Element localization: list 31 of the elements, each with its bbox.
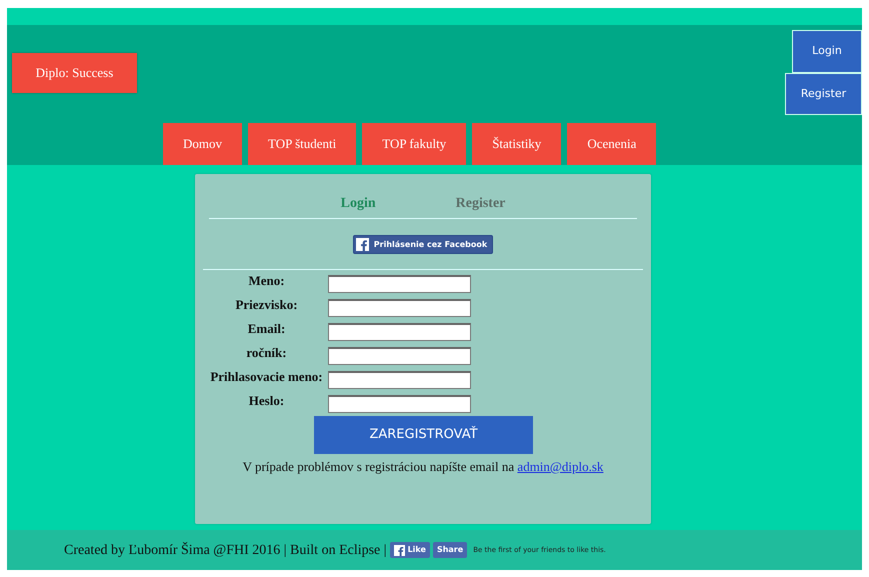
field-label: Email: [246,320,286,338]
input-field[interactable] [328,394,471,412]
nav-button[interactable]: TOP študenti [248,123,356,165]
field-label: Meno: [247,272,286,290]
share-button[interactable]: Share [432,542,468,558]
facebook-icon [356,238,369,251]
help-text: V prípade problémov s registráciou napíšte email na admin@diplo.sk [242,458,604,476]
brand-button[interactable]: Diplo: Success [12,53,137,93]
auth-tab[interactable]: Login [340,188,376,218]
input-field[interactable] [328,274,471,292]
input-field[interactable] [328,370,471,388]
register-button[interactable]: Register [785,73,862,115]
footer-text: Created by Ľubomír Šima @FHI 2016 | Built on Eclipse | [64,541,387,560]
login-button[interactable]: Login [792,30,862,73]
nav-button[interactable]: TOP fakulty [362,123,466,165]
nav-button[interactable]: Ocenenia [567,123,656,165]
email-link[interactable]: admin@diplo.sk [517,459,604,474]
nav-button[interactable]: Domov [163,123,242,165]
input-field[interactable] [328,322,471,340]
field-label: Heslo: [248,392,286,410]
field-label: Priezvisko: [234,296,299,314]
auth-tab[interactable]: Register [456,188,506,218]
register-button[interactable]: ZAREGISTROVAŤ [314,416,533,454]
like-button[interactable]: Like [390,542,430,558]
facebook-icon [394,544,405,556]
field-label: Prihlasovacie meno: [209,368,324,386]
input-field[interactable] [328,346,471,364]
field-label: ročník: [245,344,288,362]
facebook-login-button[interactable]: Prihlásenie cez Facebook [352,235,494,254]
input-field[interactable] [328,298,471,316]
nav-button[interactable]: Štatistiky [472,123,562,165]
